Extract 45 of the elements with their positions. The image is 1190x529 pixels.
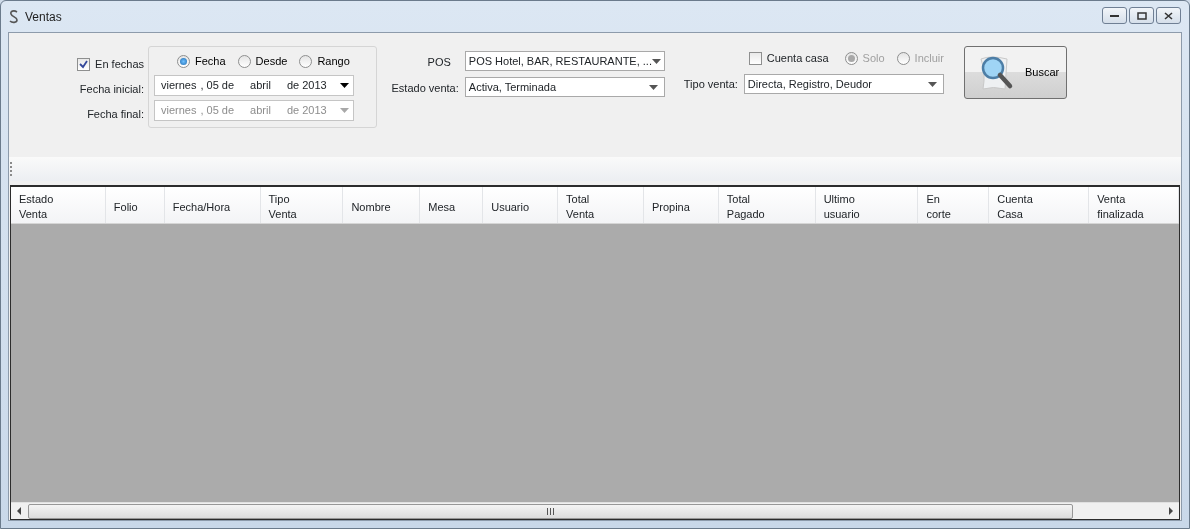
app-icon bbox=[9, 8, 19, 25]
field-label: Estado venta: bbox=[391, 80, 459, 96]
minimize-icon bbox=[1110, 14, 1119, 17]
field-label: Fecha final: bbox=[87, 107, 144, 123]
field-label: Tipo venta: bbox=[683, 76, 738, 92]
maximize-button[interactable] bbox=[1129, 7, 1154, 24]
check-icon bbox=[79, 60, 89, 69]
dropdown-arrow-icon[interactable] bbox=[648, 84, 658, 90]
column-header[interactable]: Usuario bbox=[483, 187, 559, 223]
dropdown-arrow-icon[interactable] bbox=[927, 81, 937, 87]
scroll-thumb[interactable] bbox=[28, 503, 1073, 519]
checkbox[interactable]: Cuenta casa bbox=[748, 49, 829, 67]
column-header[interactable]: Folio bbox=[105, 187, 165, 223]
column-header[interactable]: Total Venta bbox=[558, 187, 644, 223]
column-header[interactable]: Fecha/Hora bbox=[164, 187, 261, 223]
column-header[interactable]: Tipo Venta bbox=[260, 187, 344, 223]
grip-icon bbox=[10, 162, 13, 176]
field-label: POS bbox=[427, 54, 451, 70]
radio-button[interactable]: Fecha bbox=[177, 52, 226, 70]
minimize-button[interactable] bbox=[1102, 7, 1127, 24]
column-header[interactable]: Venta finalizada bbox=[1089, 187, 1179, 223]
column-header[interactable]: Estado Venta bbox=[11, 187, 106, 223]
column-header[interactable]: En corte bbox=[918, 187, 990, 223]
column-header[interactable]: Propina bbox=[643, 187, 719, 223]
field-label: Fecha inicial: bbox=[79, 82, 144, 98]
checkbox[interactable]: En fechas bbox=[77, 56, 144, 73]
column-header[interactable]: Cuenta Casa bbox=[989, 187, 1090, 223]
window-title: Ventas bbox=[25, 8, 62, 26]
dropdown-field[interactable]: Directa, Registro, Deudor bbox=[743, 74, 944, 94]
column-header[interactable]: Mesa bbox=[420, 187, 484, 223]
maximize-icon bbox=[1136, 11, 1147, 20]
radio-button[interactable]: Rango bbox=[299, 52, 350, 70]
horizontal-scrollbar[interactable] bbox=[11, 502, 1179, 519]
column-header[interactable]: Nombre bbox=[343, 187, 421, 223]
dropdown-field[interactable]: POS Hotel, BAR, RESTAURANTE, ... bbox=[464, 51, 665, 71]
radio-button[interactable]: Desde bbox=[237, 52, 288, 70]
close-button[interactable] bbox=[1156, 7, 1181, 24]
close-icon bbox=[1164, 11, 1173, 20]
dropdown-field[interactable]: Activa, Terminada bbox=[464, 77, 665, 97]
dropdown-arrow-icon[interactable] bbox=[340, 83, 349, 88]
dropdown-arrow-icon[interactable] bbox=[651, 58, 661, 64]
search-button[interactable]: Buscar bbox=[963, 46, 1067, 99]
column-header[interactable]: Ultimo usuario bbox=[815, 187, 919, 223]
column-header[interactable]: Total Pagado bbox=[718, 187, 816, 223]
date-picker[interactable]: viernes , 05 de abril de 2013 bbox=[154, 75, 354, 96]
